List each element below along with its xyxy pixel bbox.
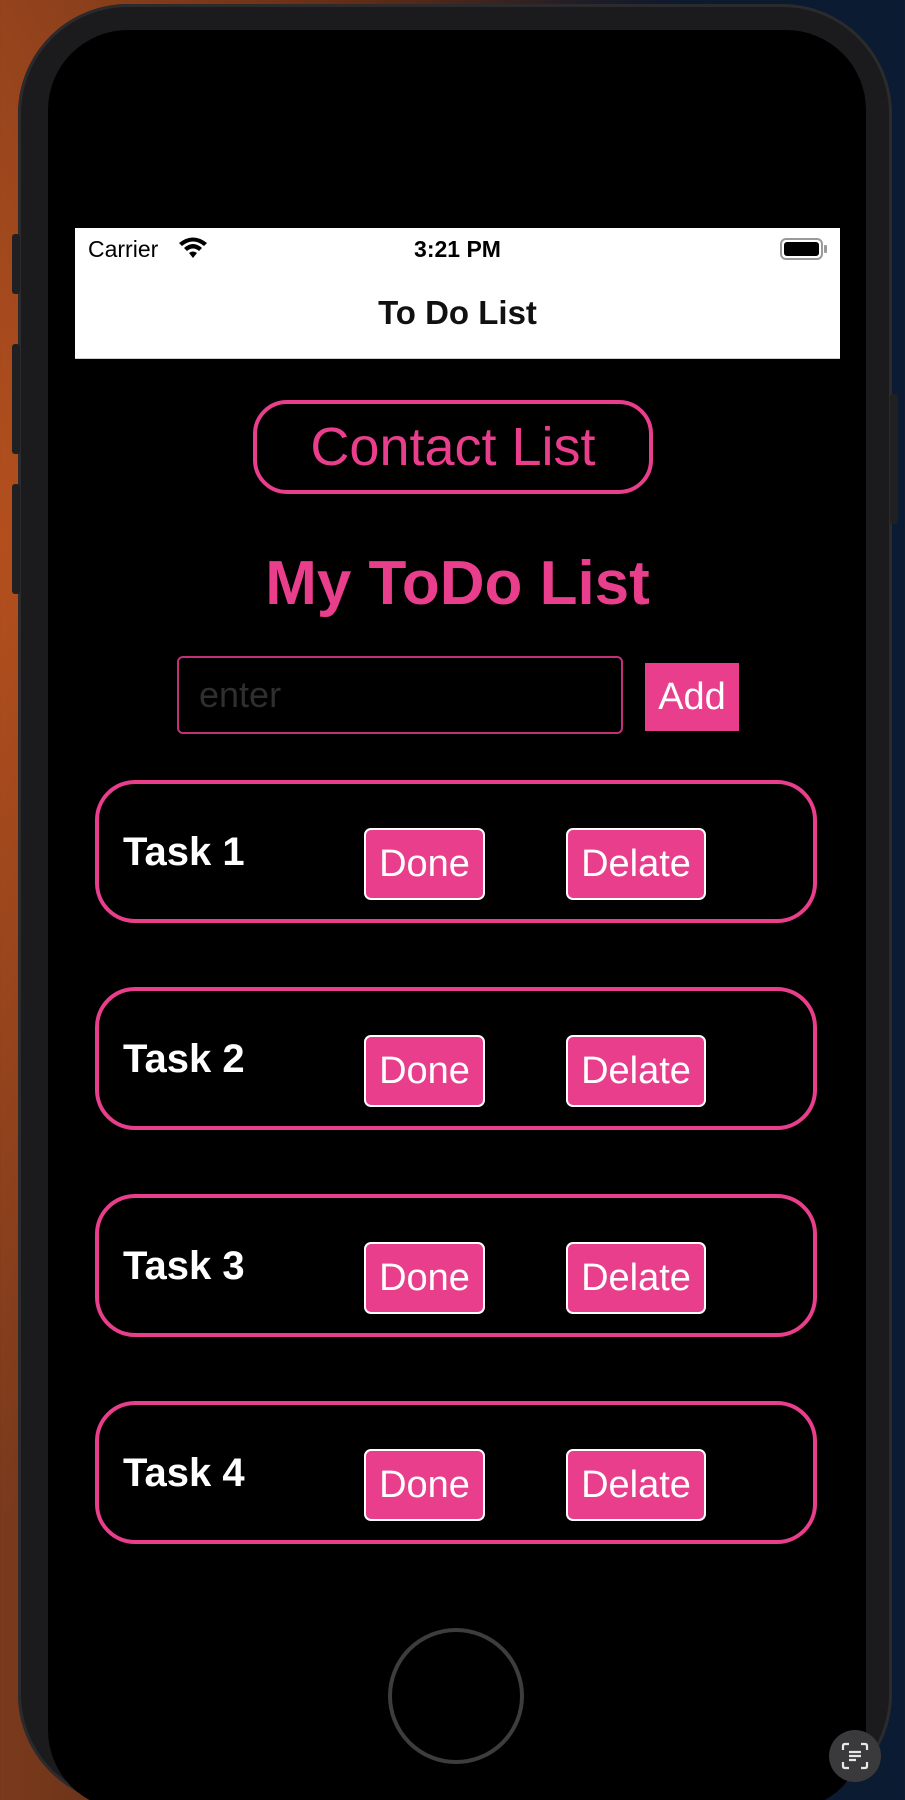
done-button[interactable]: Done xyxy=(364,1449,485,1521)
nav-title: To Do List xyxy=(378,294,537,331)
add-button-label: Add xyxy=(658,675,726,718)
page-title: My ToDo List xyxy=(265,549,650,618)
delete-button[interactable]: Delate xyxy=(566,1242,706,1314)
live-text-icon[interactable] xyxy=(829,1730,881,1782)
contact-list-button[interactable]: Contact List xyxy=(253,400,653,494)
task-label: Task 3 xyxy=(123,1244,245,1288)
status-bar: Carrier 3:21 PM xyxy=(75,228,840,270)
done-button[interactable]: Done xyxy=(364,828,485,900)
task-card: Task 1 Done Delate xyxy=(95,780,817,923)
done-button-label: Done xyxy=(379,1463,470,1506)
app-screen: Carrier 3:21 PM To Do List Contact List … xyxy=(75,228,840,1628)
done-button-label: Done xyxy=(379,1256,470,1299)
delete-button[interactable]: Delate xyxy=(566,828,706,900)
done-button[interactable]: Done xyxy=(364,1242,485,1314)
power-button xyxy=(890,394,898,524)
navigation-bar: To Do List xyxy=(75,270,840,359)
add-button[interactable]: Add xyxy=(645,663,739,731)
task-input[interactable] xyxy=(177,656,623,734)
delete-button-label: Delate xyxy=(581,1049,691,1092)
task-card: Task 2 Done Delate xyxy=(95,987,817,1130)
home-button[interactable] xyxy=(388,1628,524,1764)
volume-up-button xyxy=(12,344,20,454)
task-label: Task 1 xyxy=(123,830,245,874)
status-time: 3:21 PM xyxy=(414,236,501,262)
battery-icon xyxy=(780,237,828,267)
mute-switch xyxy=(12,234,20,294)
delete-button[interactable]: Delate xyxy=(566,1449,706,1521)
contact-list-label: Contact List xyxy=(310,417,596,477)
task-label: Task 4 xyxy=(123,1451,245,1495)
volume-down-button xyxy=(12,484,20,594)
task-card: Task 4 Done Delate xyxy=(95,1401,817,1544)
delete-button-label: Delate xyxy=(581,1256,691,1299)
done-button-label: Done xyxy=(379,842,470,885)
done-button-label: Done xyxy=(379,1049,470,1092)
task-card: Task 3 Done Delate xyxy=(95,1194,817,1337)
delete-button[interactable]: Delate xyxy=(566,1035,706,1107)
delete-button-label: Delate xyxy=(581,842,691,885)
delete-button-label: Delate xyxy=(581,1463,691,1506)
task-label: Task 2 xyxy=(123,1037,245,1081)
done-button[interactable]: Done xyxy=(364,1035,485,1107)
